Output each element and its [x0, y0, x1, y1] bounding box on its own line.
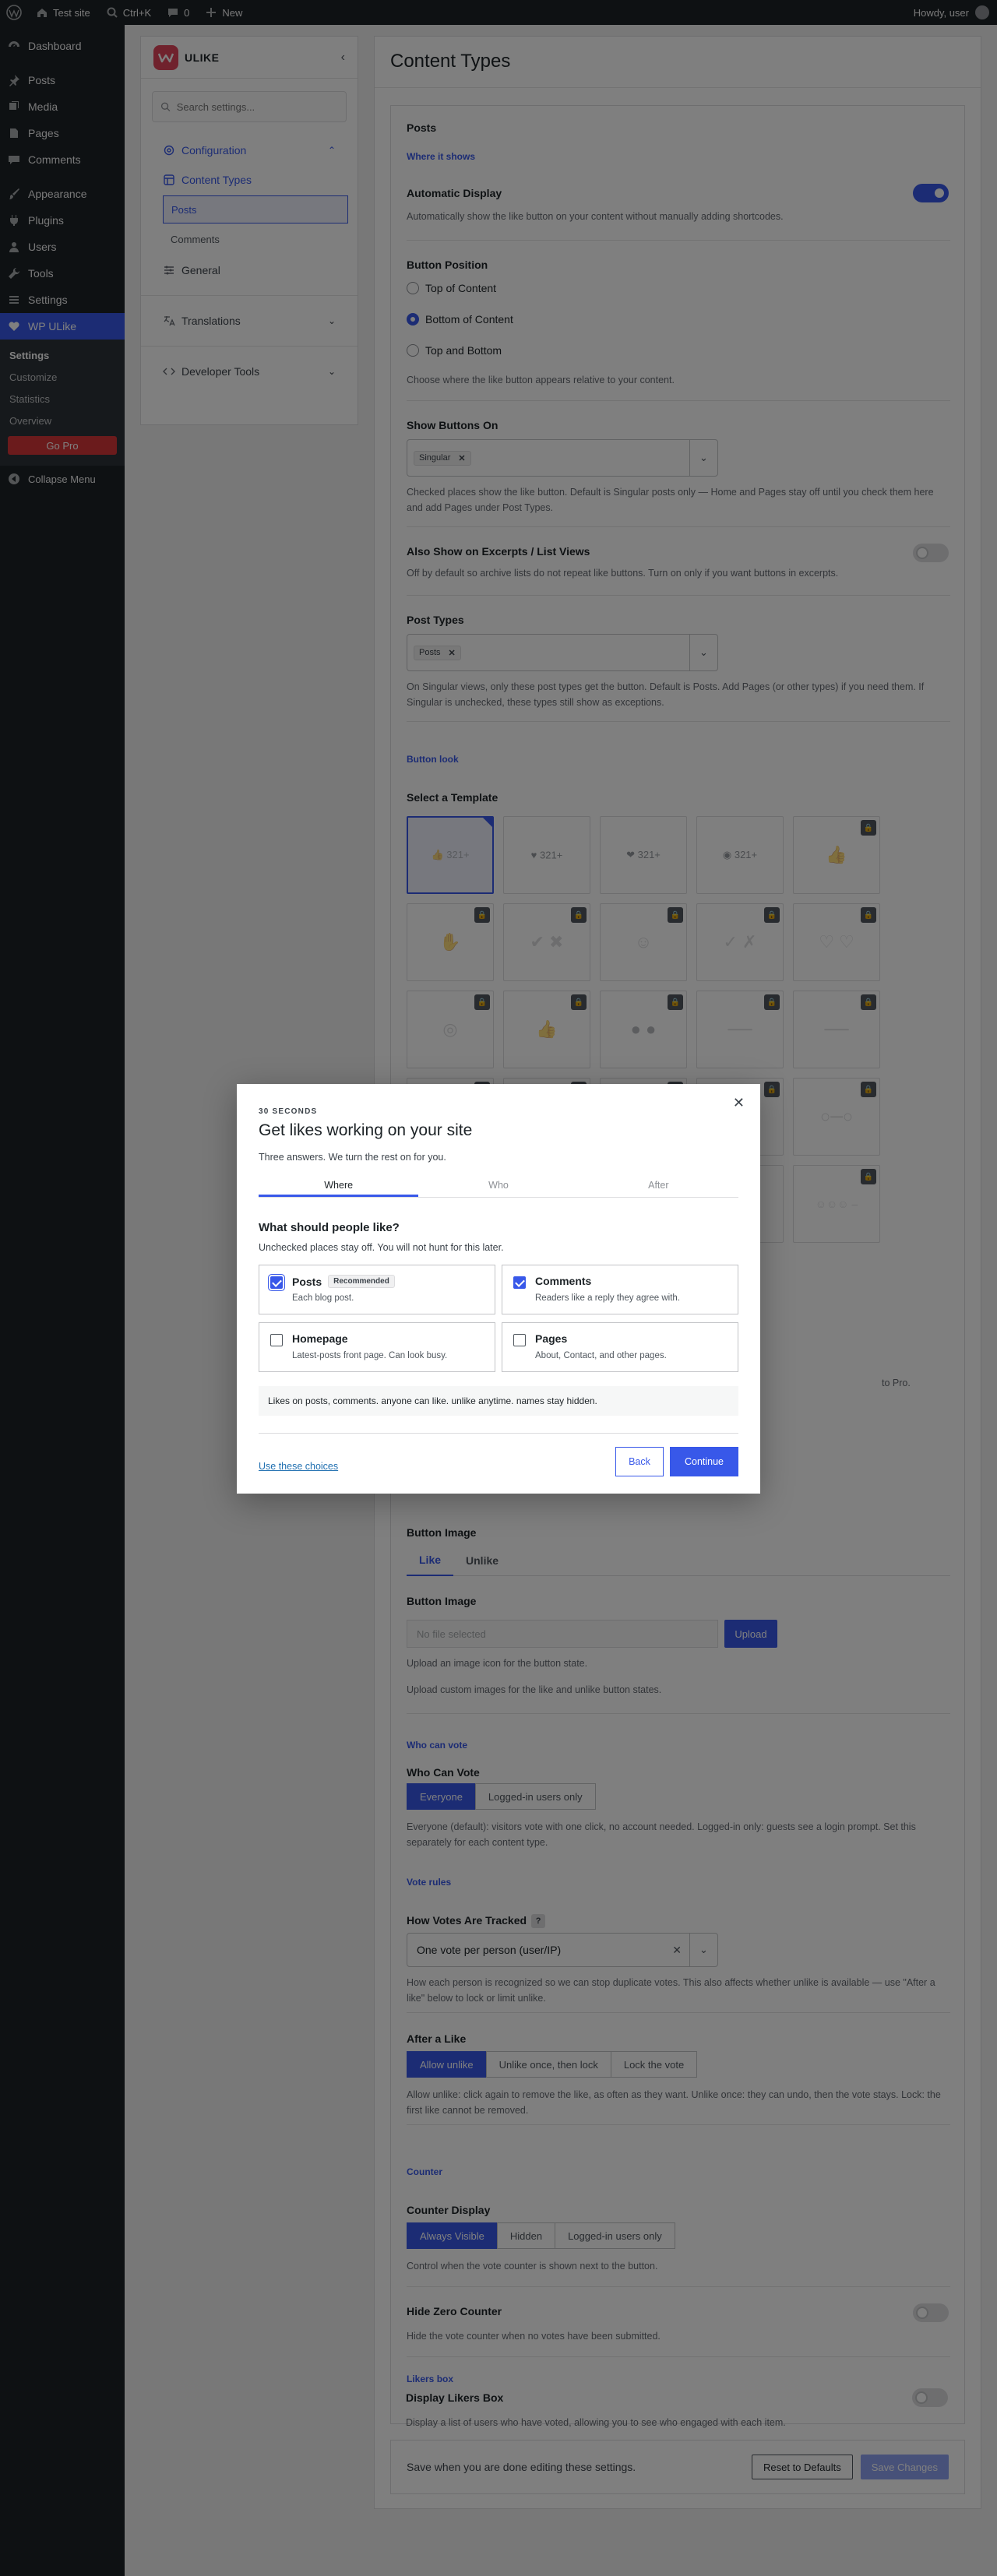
- homepage-checkbox[interactable]: [270, 1334, 283, 1346]
- step-where[interactable]: Where: [259, 1174, 419, 1197]
- wizard-question: What should people like?: [259, 1221, 400, 1234]
- posts-checkbox[interactable]: [270, 1276, 283, 1289]
- modal-subtitle: Three answers. We turn the rest on for y…: [259, 1152, 446, 1163]
- option-desc: Readers like a reply they agree with.: [535, 1293, 681, 1303]
- option-label: Posts Recommended: [292, 1275, 395, 1288]
- recommended-badge: Recommended: [328, 1275, 395, 1288]
- back-button[interactable]: Back: [615, 1447, 664, 1476]
- modal-eyebrow: 30 SECONDS: [259, 1107, 318, 1116]
- choices-summary: Likes on posts, comments. anyone can lik…: [259, 1386, 738, 1416]
- use-these-choices-link[interactable]: Use these choices: [259, 1461, 338, 1472]
- modal-title: Get likes working on your site: [259, 1121, 473, 1139]
- wizard-hint: Unchecked places stay off. You will not …: [259, 1242, 504, 1253]
- option-desc: Each blog post.: [292, 1293, 354, 1303]
- continue-button[interactable]: Continue: [670, 1447, 738, 1476]
- pages-checkbox[interactable]: [513, 1334, 526, 1346]
- option-pages[interactable]: Pages About, Contact, and other pages.: [502, 1322, 738, 1372]
- step-after[interactable]: After: [579, 1174, 738, 1197]
- option-label-text: Posts: [292, 1275, 322, 1288]
- setup-wizard-modal: ✕ 30 SECONDS Get likes working on your s…: [237, 1084, 760, 1494]
- option-posts[interactable]: Posts Recommended Each blog post.: [259, 1265, 495, 1314]
- wizard-steps: Where Who After: [259, 1174, 738, 1198]
- comments-checkbox[interactable]: [513, 1276, 526, 1289]
- close-icon[interactable]: ✕: [733, 1095, 745, 1111]
- option-desc: Latest-posts front page. Can look busy.: [292, 1351, 448, 1360]
- option-label: Homepage: [292, 1332, 348, 1345]
- option-desc: About, Contact, and other pages.: [535, 1351, 667, 1360]
- option-label: Pages: [535, 1332, 568, 1345]
- option-homepage[interactable]: Homepage Latest-posts front page. Can lo…: [259, 1322, 495, 1372]
- step-who[interactable]: Who: [418, 1174, 578, 1197]
- option-label: Comments: [535, 1275, 592, 1287]
- option-comments[interactable]: Comments Readers like a reply they agree…: [502, 1265, 738, 1314]
